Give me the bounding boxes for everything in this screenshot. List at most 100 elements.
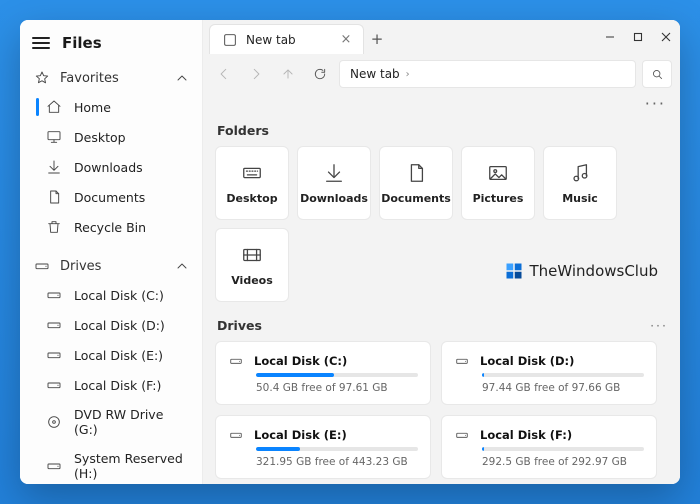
maximize-button[interactable] bbox=[624, 20, 652, 54]
drive-icon bbox=[46, 317, 62, 333]
folder-tile-documents[interactable]: Documents bbox=[379, 146, 453, 220]
sidebar-section-drives[interactable]: Drives bbox=[30, 252, 194, 280]
sidebar-item-home[interactable]: Home bbox=[36, 92, 194, 122]
folder-label: Videos bbox=[231, 274, 273, 287]
app-title: Files bbox=[62, 34, 102, 52]
search-button[interactable] bbox=[642, 60, 672, 88]
refresh-button[interactable] bbox=[307, 61, 333, 87]
drive-free-text: 321.95 GB free of 443.23 GB bbox=[256, 456, 418, 468]
chevron-up-icon bbox=[174, 70, 190, 86]
tab-icon bbox=[222, 32, 238, 48]
title-bar: New tab × + bbox=[203, 20, 680, 54]
sidebar-item-desktop[interactable]: Desktop bbox=[36, 122, 194, 152]
drive-name: Local Disk (D:) bbox=[480, 354, 574, 368]
sidebar-item-downloads[interactable]: Downloads bbox=[36, 152, 194, 182]
download-icon bbox=[323, 162, 345, 184]
drive-name: Local Disk (E:) bbox=[254, 428, 347, 442]
sidebar-item-label: Local Disk (F:) bbox=[74, 378, 161, 393]
address-bar[interactable]: New tab › bbox=[339, 60, 636, 88]
picture-icon bbox=[487, 162, 509, 184]
forward-button[interactable] bbox=[243, 61, 269, 87]
folder-label: Pictures bbox=[473, 192, 524, 205]
document-icon bbox=[46, 189, 62, 205]
download-icon bbox=[46, 159, 62, 175]
new-tab-button[interactable]: + bbox=[364, 24, 390, 54]
drive-tile-local-disk-f-[interactable]: Local Disk (F:) 292.5 GB free of 292.97 G… bbox=[441, 415, 657, 479]
breadcrumb-current: New tab bbox=[350, 67, 400, 81]
back-button[interactable] bbox=[211, 61, 237, 87]
sidebar-item-label: DVD RW Drive (G:) bbox=[74, 407, 188, 437]
star-icon bbox=[34, 70, 50, 86]
sidebar: Files Favorites Home Desktop Downloads Docu… bbox=[20, 20, 203, 484]
sidebar-item-label: Local Disk (E:) bbox=[74, 348, 163, 363]
disc-icon bbox=[46, 414, 62, 430]
sidebar-item-local-disk-f-[interactable]: Local Disk (F:) bbox=[36, 370, 194, 400]
drive-name: Local Disk (C:) bbox=[254, 354, 347, 368]
drive-tile-local-disk-c-[interactable]: Local Disk (C:) 50.4 GB free of 97.61 GB bbox=[215, 341, 431, 405]
folder-tile-music[interactable]: Music bbox=[543, 146, 617, 220]
folder-tile-videos[interactable]: Videos bbox=[215, 228, 289, 302]
hamburger-icon[interactable] bbox=[32, 36, 52, 50]
sidebar-item-label: Recycle Bin bbox=[74, 220, 146, 235]
sidebar-item-label: System Reserved (H:) bbox=[74, 451, 188, 481]
drive-usage-bar bbox=[482, 373, 644, 377]
sidebar-item-system-reserved-h-[interactable]: System Reserved (H:) bbox=[36, 444, 194, 484]
drive-usage-bar bbox=[256, 447, 418, 451]
drive-name: Local Disk (F:) bbox=[480, 428, 572, 442]
folder-label: Downloads bbox=[300, 192, 368, 205]
video-icon bbox=[241, 244, 263, 266]
favorites-label: Favorites bbox=[60, 71, 119, 86]
drive-tile-local-disk-e-[interactable]: Local Disk (E:) 321.95 GB free of 443.23 … bbox=[215, 415, 431, 479]
tab-title: New tab bbox=[246, 33, 296, 47]
sidebar-item-local-disk-e-[interactable]: Local Disk (E:) bbox=[36, 340, 194, 370]
drive-icon bbox=[228, 354, 244, 368]
folders-section-label: Folders bbox=[217, 123, 668, 138]
sidebar-item-recycle-bin[interactable]: Recycle Bin bbox=[36, 212, 194, 242]
trash-icon bbox=[46, 219, 62, 235]
drive-icon bbox=[46, 458, 62, 474]
sidebar-item-documents[interactable]: Documents bbox=[36, 182, 194, 212]
sidebar-item-label: Home bbox=[74, 100, 111, 115]
minimize-button[interactable] bbox=[596, 20, 624, 54]
more-options-button[interactable]: ··· bbox=[645, 94, 666, 113]
sidebar-item-label: Local Disk (C:) bbox=[74, 288, 164, 303]
music-icon bbox=[569, 162, 591, 184]
sidebar-item-dvd-rw-drive-g-[interactable]: DVD RW Drive (G:) bbox=[36, 400, 194, 444]
sidebar-item-local-disk-c-[interactable]: Local Disk (C:) bbox=[36, 280, 194, 310]
tab[interactable]: New tab × bbox=[209, 24, 364, 54]
folder-tile-downloads[interactable]: Downloads bbox=[297, 146, 371, 220]
drive-icon bbox=[454, 354, 470, 368]
chevron-right-icon: › bbox=[406, 69, 410, 80]
drive-free-text: 97.44 GB free of 97.66 GB bbox=[482, 382, 644, 394]
folder-label: Desktop bbox=[226, 192, 277, 205]
chevron-up-icon bbox=[174, 258, 190, 274]
drive-icon bbox=[46, 347, 62, 363]
drives-more-button[interactable]: ··· bbox=[650, 318, 668, 333]
app-window: Files Favorites Home Desktop Downloads Docu… bbox=[20, 20, 680, 484]
drive-icon bbox=[46, 287, 62, 303]
sidebar-item-label: Local Disk (D:) bbox=[74, 318, 165, 333]
sidebar-item-label: Downloads bbox=[74, 160, 143, 175]
drive-icon bbox=[34, 258, 50, 274]
drive-icon bbox=[228, 428, 244, 442]
up-button[interactable] bbox=[275, 61, 301, 87]
drive-usage-bar bbox=[256, 373, 418, 377]
sidebar-item-label: Documents bbox=[74, 190, 145, 205]
sidebar-item-local-disk-d-[interactable]: Local Disk (D:) bbox=[36, 310, 194, 340]
nav-row: New tab › bbox=[203, 54, 680, 94]
drive-free-text: 50.4 GB free of 97.61 GB bbox=[256, 382, 418, 394]
sidebar-section-favorites[interactable]: Favorites bbox=[30, 64, 194, 92]
folder-tile-pictures[interactable]: Pictures bbox=[461, 146, 535, 220]
keyboard-icon bbox=[241, 162, 263, 184]
drive-tile-local-disk-d-[interactable]: Local Disk (D:) 97.44 GB free of 97.66 GB bbox=[441, 341, 657, 405]
desktop-icon bbox=[46, 129, 62, 145]
drive-free-text: 292.5 GB free of 292.97 GB bbox=[482, 456, 644, 468]
drives-label: Drives bbox=[60, 259, 101, 274]
close-tab-button[interactable]: × bbox=[337, 31, 355, 49]
drive-usage-bar bbox=[482, 447, 644, 451]
drive-icon bbox=[454, 428, 470, 442]
folder-label: Documents bbox=[381, 192, 451, 205]
folder-tile-desktop[interactable]: Desktop bbox=[215, 146, 289, 220]
close-window-button[interactable] bbox=[652, 20, 680, 54]
main-area: New tab × + New tab › ··· Folders Deskto… bbox=[203, 20, 680, 484]
